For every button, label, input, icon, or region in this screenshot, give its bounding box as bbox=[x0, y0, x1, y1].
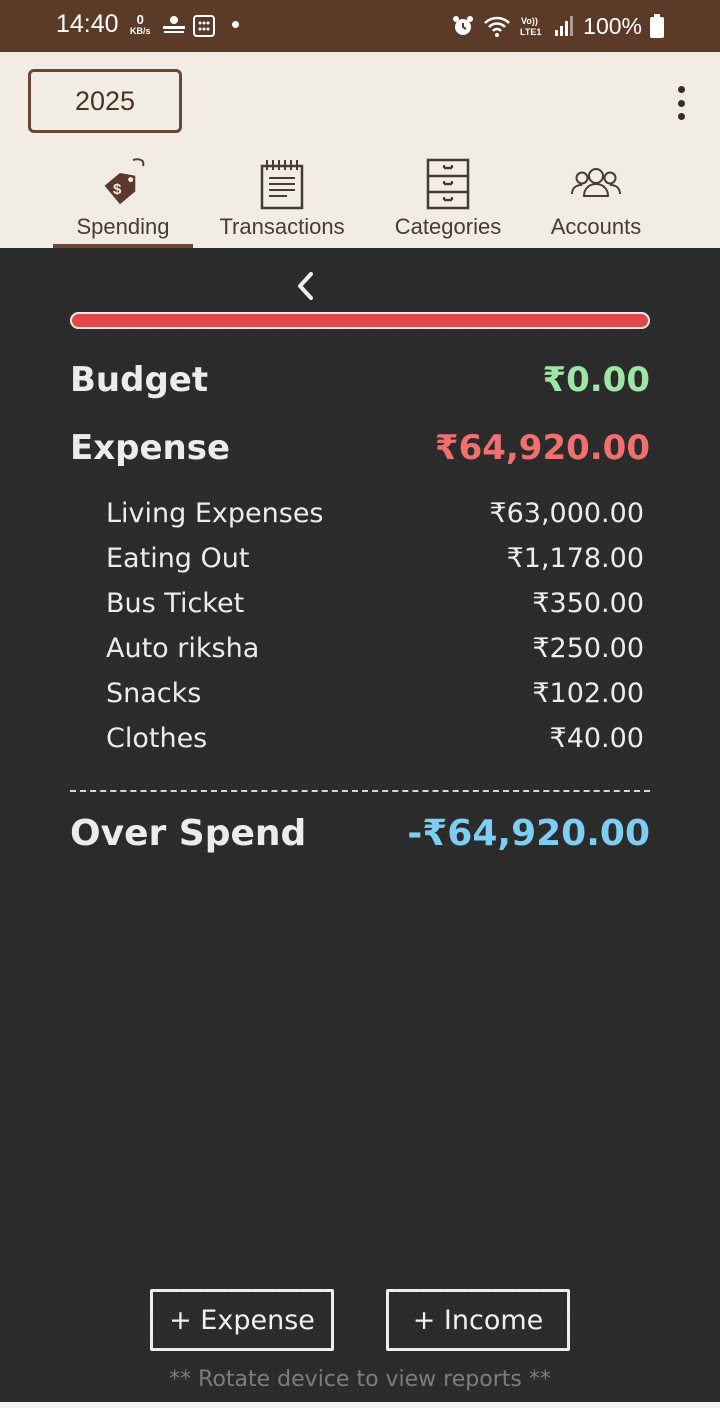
navigation-bar bbox=[0, 1402, 720, 1408]
add-income-button[interactable]: + Income bbox=[386, 1289, 570, 1351]
category-label: Bus Ticket bbox=[106, 588, 245, 619]
alarm-icon bbox=[453, 16, 474, 35]
category-label: Living Expenses bbox=[106, 498, 324, 529]
app-header: 2025 $ Spending Transactions Categories … bbox=[0, 52, 720, 248]
status-right: Vo)) LTE1 100% bbox=[451, 10, 664, 42]
signal-icon bbox=[555, 16, 574, 36]
tab-transactions-label: Transactions bbox=[219, 214, 345, 239]
tab-categories-label: Categories bbox=[394, 214, 502, 239]
network-speed-value: 0 bbox=[136, 12, 144, 27]
volte-icon: Vo)) LTE1 bbox=[520, 16, 541, 37]
chevron-left-icon[interactable] bbox=[294, 270, 318, 302]
tab-spending[interactable]: $ Spending bbox=[53, 152, 193, 248]
category-value: ₹1,178.00 bbox=[506, 543, 644, 574]
budget-value: ₹0.00 bbox=[542, 360, 650, 400]
over-spend-label: Over Spend bbox=[70, 813, 307, 854]
notification-dot bbox=[232, 21, 239, 28]
over-spend-value: -₹64,920.00 bbox=[407, 813, 650, 854]
network-speed: 0 KB/s bbox=[130, 13, 151, 36]
rotate-hint: ** Rotate device to view reports ** bbox=[169, 1367, 551, 1392]
svg-text:Vo)): Vo)) bbox=[521, 16, 538, 26]
svg-text:LTE1: LTE1 bbox=[520, 27, 541, 37]
category-label: Auto riksha bbox=[106, 633, 260, 664]
add-expense-button[interactable]: + Expense bbox=[150, 1289, 334, 1351]
battery-percent: 100% bbox=[583, 12, 642, 39]
svg-text:$: $ bbox=[113, 181, 122, 198]
drawers-icon bbox=[426, 158, 470, 210]
year-selector[interactable]: 2025 bbox=[28, 69, 182, 133]
tab-accounts[interactable]: Accounts bbox=[526, 152, 666, 248]
category-value: ₹102.00 bbox=[532, 678, 644, 709]
budget-progress-bar bbox=[70, 312, 650, 329]
calculator-icon bbox=[193, 15, 215, 37]
status-time: 14:40 bbox=[56, 10, 119, 38]
tab-spending-label: Spending bbox=[76, 214, 170, 239]
people-icon bbox=[571, 168, 621, 197]
tab-transactions[interactable]: Transactions bbox=[212, 152, 352, 248]
battery-icon bbox=[650, 14, 664, 38]
category-label: Eating Out bbox=[106, 543, 250, 574]
expense-label: Expense bbox=[70, 428, 231, 468]
category-label: Clothes bbox=[106, 723, 208, 754]
wifi-icon bbox=[484, 16, 511, 37]
notepad-icon bbox=[260, 160, 304, 210]
category-value: ₹63,000.00 bbox=[489, 498, 644, 529]
app-notification-icon bbox=[163, 16, 185, 33]
status-bar: 14:40 0 KB/s Vo)) LTE1 100% bbox=[0, 0, 720, 52]
category-value: ₹40.00 bbox=[549, 723, 644, 754]
tab-accounts-label: Accounts bbox=[550, 214, 642, 239]
expense-value: ₹64,920.00 bbox=[434, 428, 650, 468]
tab-categories[interactable]: Categories bbox=[378, 152, 518, 248]
category-value: ₹250.00 bbox=[532, 633, 644, 664]
category-label: Snacks bbox=[106, 678, 202, 709]
budget-label: Budget bbox=[70, 360, 209, 400]
total-divider bbox=[70, 790, 650, 792]
network-speed-unit: KB/s bbox=[130, 26, 151, 36]
more-options-icon[interactable] bbox=[672, 86, 690, 120]
price-tag-icon: $ bbox=[104, 158, 145, 205]
category-value: ₹350.00 bbox=[532, 588, 644, 619]
